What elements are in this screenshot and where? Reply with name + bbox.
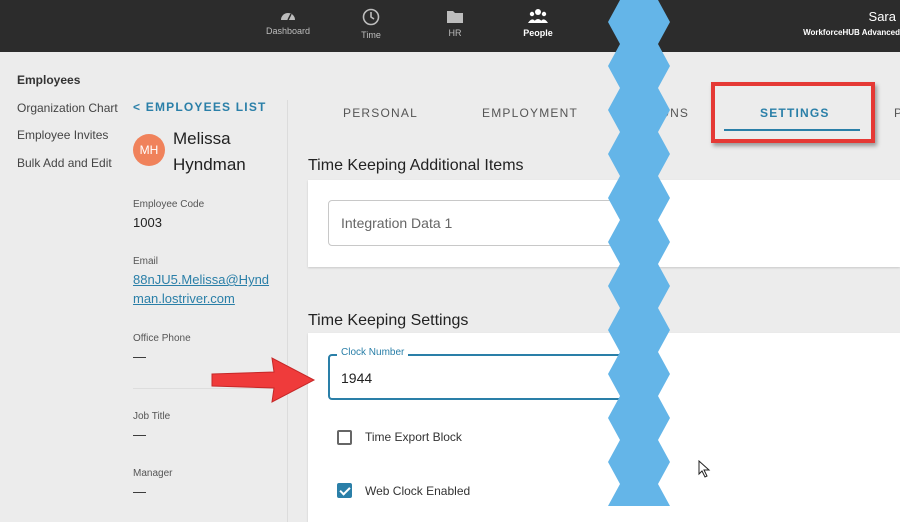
employee-code-label: Employee Code bbox=[133, 199, 205, 210]
job-title-field: Job Title — bbox=[133, 411, 170, 442]
sidebar-item-employee-invites[interactable]: Employee Invites bbox=[17, 128, 118, 156]
mouse-cursor-icon bbox=[698, 460, 711, 478]
integration-data-1-input[interactable]: Integration Data 1 bbox=[328, 200, 628, 246]
sidebar-title-employees[interactable]: Employees bbox=[17, 73, 118, 101]
nav-hr[interactable]: HR bbox=[420, 8, 490, 38]
time-export-block-checkbox[interactable] bbox=[337, 430, 352, 445]
organization-name: WorkforceHUB Advanced bbox=[803, 28, 900, 37]
user-name[interactable]: Sara bbox=[869, 9, 896, 24]
employee-first-name: Melissa bbox=[173, 129, 231, 148]
avatar: MH bbox=[133, 134, 165, 166]
email-link[interactable]: 88nJU5.Melissa@Hynd man.lostriver.com bbox=[133, 270, 269, 308]
manager-label: Manager bbox=[133, 468, 173, 479]
web-clock-enabled-label[interactable]: Web Clock Enabled bbox=[365, 484, 470, 498]
clock-number-value: 1944 bbox=[341, 370, 373, 386]
manager-field: Manager — bbox=[133, 468, 172, 499]
job-title-label: Job Title bbox=[133, 411, 171, 422]
email-line-2: man.lostriver.com bbox=[133, 291, 235, 306]
time-keeping-additional-items-heading: Time Keeping Additional Items bbox=[308, 157, 524, 174]
gauge-icon bbox=[281, 13, 295, 21]
top-navigation-bar: Dashboard Time HR People H Sara Workforc… bbox=[0, 0, 900, 52]
tab-partial-next[interactable]: P bbox=[894, 106, 900, 120]
manager-value: — bbox=[133, 484, 146, 499]
clock-number-input[interactable] bbox=[328, 354, 628, 400]
employees-sidebar: Employees Organization Chart Employee In… bbox=[17, 73, 118, 183]
nav-time[interactable]: Time bbox=[336, 8, 406, 40]
nav-people[interactable]: People bbox=[503, 8, 573, 38]
nav-dashboard[interactable]: Dashboard bbox=[253, 8, 323, 36]
web-clock-enabled-checkbox[interactable] bbox=[337, 483, 352, 498]
office-phone-label: Office Phone bbox=[133, 333, 191, 344]
folder-icon bbox=[447, 11, 463, 23]
torn-edge-divider bbox=[608, 0, 670, 506]
office-phone-field: Office Phone — bbox=[133, 333, 191, 364]
clock-number-label: Clock Number bbox=[337, 347, 409, 358]
email-field: Email 88nJU5.Melissa@Hynd man.lostriver.… bbox=[133, 256, 269, 308]
tab-personal[interactable]: PERSONAL bbox=[343, 106, 418, 120]
red-arrow-annotation-icon bbox=[211, 357, 316, 403]
people-icon bbox=[528, 9, 548, 23]
email-label: Email bbox=[133, 256, 159, 267]
employee-code-value: 1003 bbox=[133, 215, 162, 230]
time-keeping-settings-heading: Time Keeping Settings bbox=[308, 312, 469, 329]
office-phone-value: — bbox=[133, 349, 146, 364]
clock-icon bbox=[362, 8, 380, 26]
column-separator bbox=[287, 100, 288, 522]
employee-code-field: Employee Code 1003 bbox=[133, 199, 204, 230]
job-title-value: — bbox=[133, 427, 146, 442]
sidebar-item-bulk-add-edit[interactable]: Bulk Add and Edit bbox=[17, 156, 118, 184]
tab-employment[interactable]: EMPLOYMENT bbox=[482, 106, 578, 120]
sidebar-item-organization-chart[interactable]: Organization Chart bbox=[17, 101, 118, 129]
settings-tab-highlight-box bbox=[711, 82, 875, 143]
employee-last-name: Hyndman bbox=[173, 155, 246, 174]
employees-list-link[interactable]: < EMPLOYEES LIST bbox=[133, 100, 285, 114]
email-line-1: 88nJU5.Melissa@Hynd bbox=[133, 272, 270, 287]
time-export-block-label[interactable]: Time Export Block bbox=[365, 430, 462, 444]
employee-profile-panel: < EMPLOYEES LIST MH Melissa Hyndman Empl… bbox=[133, 100, 285, 499]
employee-name: Melissa Hyndman bbox=[173, 126, 246, 178]
